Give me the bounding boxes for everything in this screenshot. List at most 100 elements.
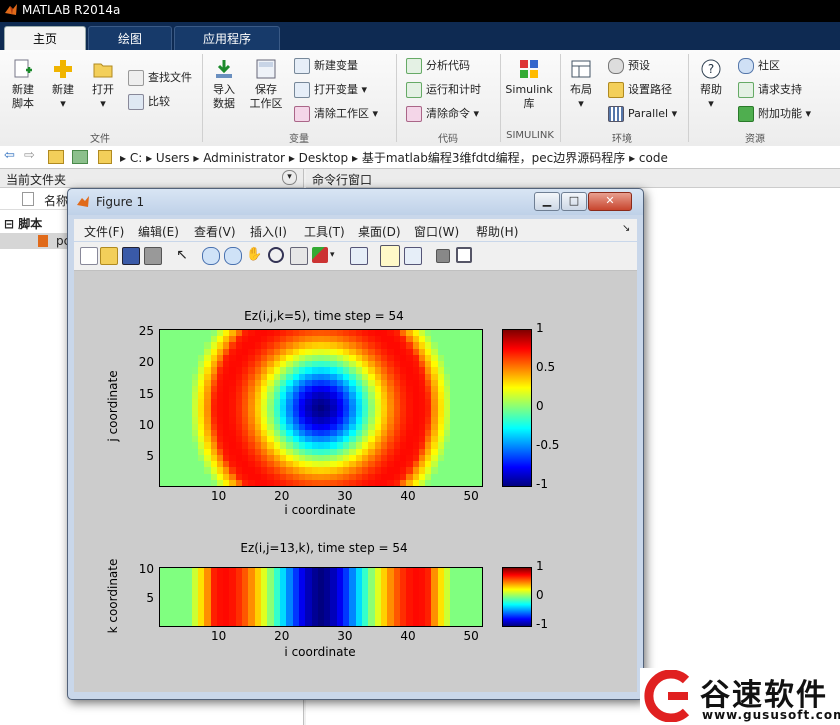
breadcrumb-project-folder[interactable]: 基于matlab编程3维fdtd编程，pec边界源码程序 — [362, 151, 625, 165]
new-variable-button[interactable]: 新建变量 — [294, 58, 358, 74]
find-files-label: 查找文件 — [148, 71, 192, 84]
brush-icon[interactable] — [312, 247, 328, 263]
column-name[interactable]: 名称 — [44, 192, 68, 209]
save-icon[interactable] — [122, 247, 140, 265]
request-support-button[interactable]: 请求支持 — [738, 82, 802, 98]
import-data-label: 导入 数据 — [213, 83, 235, 110]
data-cursor-icon[interactable] — [290, 247, 308, 265]
dock-arrow-icon[interactable]: ↘ — [622, 223, 630, 234]
group-divider — [202, 54, 203, 142]
community-button[interactable]: 社区 — [738, 58, 780, 74]
command-window-title: 命令行窗口 — [312, 173, 373, 187]
up-folder-icon[interactable] — [48, 150, 64, 164]
zoom-out-icon[interactable] — [224, 247, 242, 265]
menu-help[interactable]: 帮助(H) — [476, 223, 518, 240]
open-file-icon[interactable] — [100, 247, 118, 265]
menu-window[interactable]: 窗口(W) — [414, 223, 459, 240]
show-plot-tools-icon[interactable] — [456, 247, 472, 263]
compare-icon — [128, 94, 144, 110]
tab-plots[interactable]: 绘图 — [88, 26, 172, 51]
legend-icon[interactable] — [404, 247, 422, 265]
new-script-label: 新建 脚本 — [12, 83, 34, 110]
run-and-time-label: 运行和计时 — [426, 83, 481, 96]
pan-hand-icon[interactable]: ✋ — [246, 247, 262, 263]
parallel-label: Parallel — [628, 107, 669, 120]
current-folder-title: 当前文件夹 — [6, 173, 67, 187]
menu-tools[interactable]: 工具(T) — [304, 223, 345, 240]
breadcrumb-code[interactable]: code — [639, 151, 668, 165]
browse-folder-icon[interactable] — [72, 150, 88, 164]
panel-menu-icon[interactable]: ▾ — [282, 170, 297, 185]
help-button[interactable]: ? 帮助 ▾ — [696, 58, 726, 111]
compare-button[interactable]: 比较 — [128, 94, 170, 110]
plot2-xlabel: i coordinate — [284, 645, 356, 659]
new-button[interactable]: 新建 ▾ — [48, 58, 78, 111]
clear-workspace-button[interactable]: 清除工作区 ▾ — [294, 106, 378, 122]
addons-button[interactable]: 附加功能 ▾ — [738, 106, 811, 122]
hide-plot-tools-icon[interactable] — [436, 249, 450, 263]
set-path-button[interactable]: 设置路径 — [608, 82, 672, 98]
app-title: MATLAB R2014a — [22, 3, 121, 17]
open-variable-button[interactable]: 打开变量 ▾ — [294, 82, 367, 98]
menu-insert[interactable]: 插入(I) — [250, 223, 287, 240]
print-icon[interactable] — [144, 247, 162, 265]
new-variable-label: 新建变量 — [314, 59, 358, 72]
breadcrumb-desktop[interactable]: Desktop — [299, 151, 349, 165]
simulink-library-icon — [520, 60, 538, 78]
clear-workspace-label: 清除工作区 — [314, 107, 369, 120]
breadcrumb-drive[interactable]: C: — [130, 151, 142, 165]
tick-label: 5 — [146, 448, 154, 463]
breadcrumb-users[interactable]: Users — [156, 151, 190, 165]
group-divider — [688, 54, 689, 142]
community-label: 社区 — [758, 59, 780, 72]
tick-label: 30 — [337, 489, 353, 503]
brush-dropdown-icon[interactable]: ▾ — [330, 250, 335, 260]
save-workspace-button[interactable]: 保存 工作区 — [248, 58, 284, 111]
layout-button[interactable]: 布局 ▾ — [566, 58, 596, 111]
find-files-icon — [128, 70, 144, 86]
preferences-label: 预设 — [628, 59, 650, 72]
breadcrumb-administrator[interactable]: Administrator — [203, 151, 285, 165]
colorbar-toggle-icon[interactable] — [380, 245, 400, 267]
group-resources-label: 资源 — [745, 134, 765, 145]
rotate-3d-icon[interactable] — [268, 247, 284, 263]
minimize-button[interactable]: ▁ — [534, 192, 560, 211]
parallel-button[interactable]: Parallel ▾ — [608, 106, 677, 122]
new-figure-icon[interactable] — [80, 247, 98, 265]
clear-workspace-icon — [294, 106, 310, 122]
new-dropdown-icon: ▾ — [60, 97, 66, 110]
menu-file[interactable]: 文件(F) — [84, 223, 124, 240]
tab-home[interactable]: 主页 — [4, 26, 86, 51]
group-divider — [396, 54, 397, 142]
simulink-library-button[interactable]: Simulink 库 — [504, 58, 554, 111]
menu-edit[interactable]: 编辑(E) — [138, 223, 179, 240]
folder-group[interactable]: ⊟ 脚本 — [4, 215, 42, 232]
link-plot-icon[interactable] — [350, 247, 368, 265]
tick-label: 0.5 — [536, 360, 556, 374]
brand-url: www.gususoft.com — [702, 708, 840, 722]
request-support-icon — [738, 82, 754, 98]
open-button[interactable]: 打开 ▾ — [88, 58, 118, 111]
menu-view[interactable]: 查看(V) — [194, 223, 236, 240]
find-files-button[interactable]: 查找文件 — [128, 70, 192, 86]
import-data-button[interactable]: 导入 数据 — [208, 58, 240, 111]
zoom-in-icon[interactable] — [202, 247, 220, 265]
forward-arrow-icon[interactable]: ⇨ — [24, 148, 35, 163]
close-button[interactable]: ✕ — [588, 192, 632, 211]
new-script-icon — [14, 59, 32, 78]
figure-title-bar[interactable]: Figure 1 ▁ □ ✕ — [68, 189, 643, 215]
clear-commands-button[interactable]: 清除命令 ▾ — [406, 106, 479, 122]
pointer-icon[interactable]: ↖ — [174, 247, 190, 263]
tick-label: 40 — [400, 629, 416, 643]
back-arrow-icon[interactable]: ⇦ — [4, 148, 15, 163]
plot2-colorbar — [502, 567, 532, 627]
menu-desktop[interactable]: 桌面(D) — [358, 223, 401, 240]
tab-apps[interactable]: 应用程序 — [174, 26, 280, 51]
analyze-code-button[interactable]: 分析代码 — [406, 58, 470, 74]
new-script-button[interactable]: 新建 脚本 — [8, 58, 38, 111]
maximize-button[interactable]: □ — [561, 192, 587, 211]
tick-label: 10 — [138, 561, 154, 576]
group-variable-label: 变量 — [289, 134, 309, 145]
preferences-button[interactable]: 预设 — [608, 58, 650, 74]
run-and-time-button[interactable]: 运行和计时 — [406, 82, 481, 98]
